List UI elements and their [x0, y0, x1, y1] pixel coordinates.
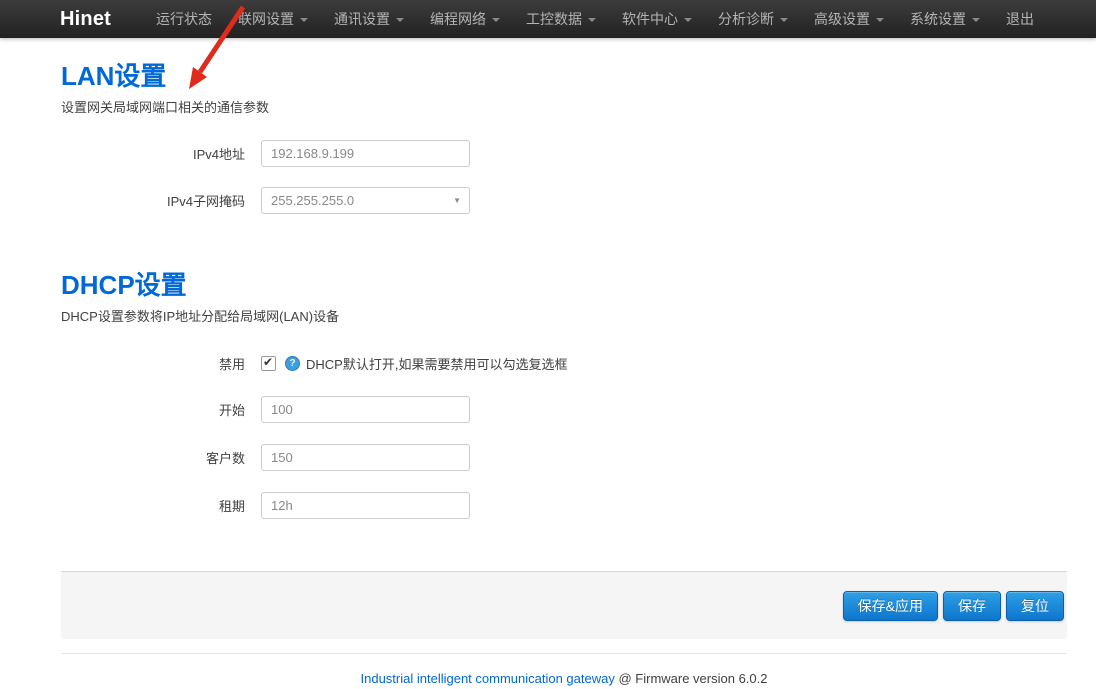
nav-item-advanced-settings[interactable]: 高级设置	[801, 0, 897, 38]
main-content: LAN设置 设置网关局域网端口相关的通信参数 IPv4地址 IPv4子网掩码 2…	[61, 38, 1067, 686]
ipv4-address-row: IPv4地址	[61, 140, 1067, 167]
nav-item-software-center[interactable]: 软件中心	[609, 0, 705, 38]
chevron-down-icon	[780, 18, 788, 22]
lan-section-title: LAN设置	[61, 38, 1067, 90]
page-actions-bar: 保存&应用 保存 复位	[61, 571, 1067, 639]
ipv4-netmask-row: IPv4子网掩码 255.255.255.0 ▼	[61, 187, 1067, 214]
chevron-down-icon	[684, 18, 692, 22]
brand-logo[interactable]: Hinet	[60, 8, 111, 31]
dhcp-section-subtitle: DHCP设置参数将IP地址分配给局域网(LAN)设备	[61, 306, 1067, 325]
footer-firmware-text: @ Firmware version 6.0.2	[615, 671, 768, 686]
chevron-down-icon	[396, 18, 404, 22]
dhcp-clients-input[interactable]	[261, 444, 470, 471]
nav-item-running-status[interactable]: 运行状态	[143, 0, 225, 38]
help-icon[interactable]: ?	[285, 356, 300, 371]
save-button[interactable]: 保存	[943, 591, 1001, 621]
chevron-down-icon	[876, 18, 884, 22]
dhcp-start-input[interactable]	[261, 396, 470, 423]
reset-button[interactable]: 复位	[1006, 591, 1064, 621]
page-footer: Industrial intelligent communication gat…	[61, 654, 1067, 686]
chevron-down-icon	[492, 18, 500, 22]
ipv4-netmask-label: IPv4子网掩码	[61, 191, 245, 210]
dhcp-disable-row: 禁用 ? DHCP默认打开,如果需要禁用可以勾选复选框	[61, 354, 1067, 373]
chevron-down-icon	[588, 18, 596, 22]
nav-item-programming-network[interactable]: 编程网络	[417, 0, 513, 38]
footer-gateway-link[interactable]: Industrial intelligent communication gat…	[361, 671, 615, 686]
nav-item-logout[interactable]: 退出	[993, 0, 1047, 38]
dhcp-disable-hint: DHCP默认打开,如果需要禁用可以勾选复选框	[306, 354, 567, 373]
dhcp-lease-input[interactable]	[261, 492, 470, 519]
dhcp-start-row: 开始	[61, 396, 1067, 423]
dhcp-lease-row: 租期	[61, 492, 1067, 519]
dhcp-start-label: 开始	[61, 400, 245, 419]
dhcp-disable-label: 禁用	[61, 354, 245, 373]
ipv4-address-input[interactable]	[261, 140, 470, 167]
chevron-down-icon	[300, 18, 308, 22]
dhcp-section-title: DHCP设置	[61, 214, 1067, 299]
nav-item-system-settings[interactable]: 系统设置	[897, 0, 993, 38]
chevron-down-icon	[972, 18, 980, 22]
nav-item-network-settings[interactable]: 联网设置	[225, 0, 321, 38]
nav-item-analysis-diagnosis[interactable]: 分析诊断	[705, 0, 801, 38]
lan-section-subtitle: 设置网关局域网端口相关的通信参数	[61, 97, 1067, 116]
ipv4-address-label: IPv4地址	[61, 144, 245, 163]
dhcp-disable-checkbox[interactable]	[261, 356, 276, 371]
nav-item-industrial-data[interactable]: 工控数据	[513, 0, 609, 38]
save-apply-button[interactable]: 保存&应用	[843, 591, 938, 621]
dhcp-clients-label: 客户数	[61, 448, 245, 467]
dhcp-lease-label: 租期	[61, 496, 245, 515]
nav-item-communication-settings[interactable]: 通讯设置	[321, 0, 417, 38]
dhcp-clients-row: 客户数	[61, 444, 1067, 471]
ipv4-netmask-select[interactable]: 255.255.255.0	[261, 187, 470, 214]
top-navbar: Hinet 运行状态 联网设置 通讯设置 编程网络 工控数据 软件中心 分析诊断…	[0, 0, 1096, 38]
